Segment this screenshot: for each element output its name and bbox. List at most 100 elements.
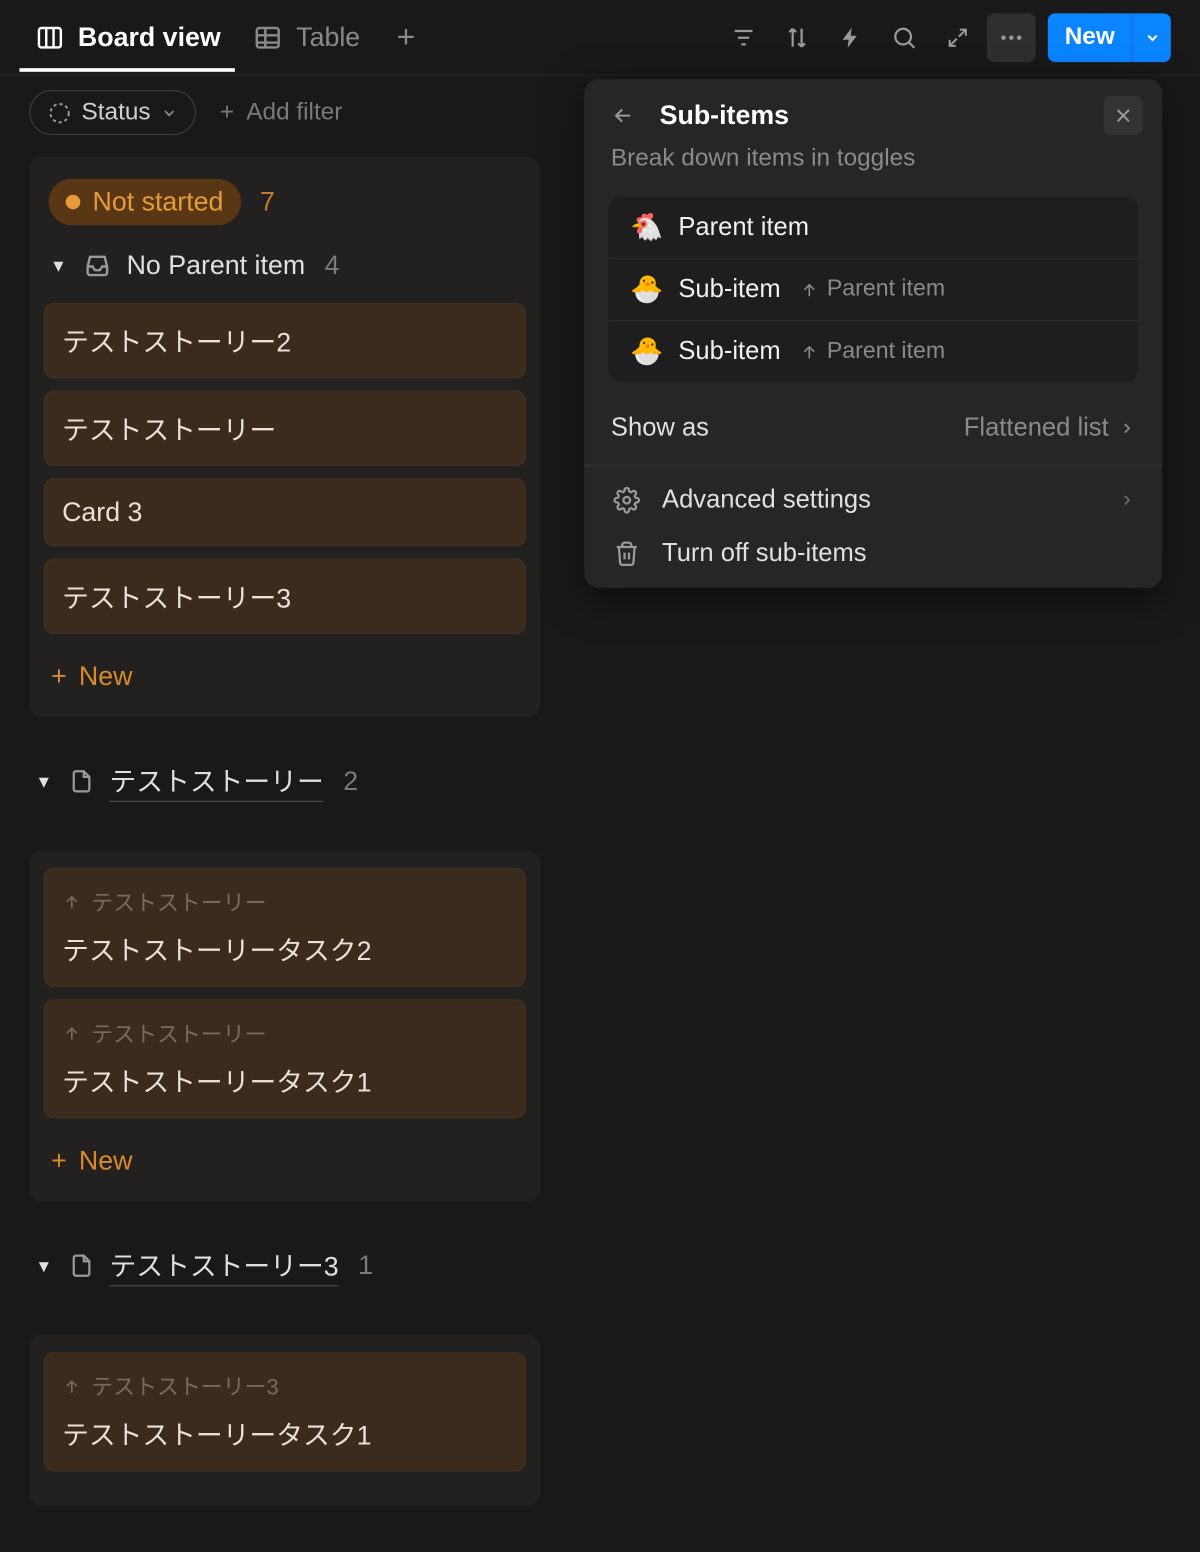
show-as-value: Flattened list — [964, 414, 1109, 443]
card-title: Card 3 — [62, 497, 507, 529]
panel-row-secondary: Parent item — [800, 276, 945, 303]
panel-row-parent: 🐔 Parent item — [609, 197, 1138, 258]
chick-emoji-icon: 🐣 — [630, 274, 663, 306]
card-title: テストストーリータスク1 — [62, 1061, 507, 1100]
panel-divider — [584, 465, 1162, 466]
panel-row-label: Parent item — [678, 213, 809, 242]
group-header-story3[interactable]: ▼ テストストーリー3 1 — [29, 1235, 540, 1296]
toggle-icon[interactable]: ▼ — [34, 772, 53, 791]
group-title: テストストーリー — [110, 761, 324, 802]
turn-off-action[interactable]: Turn off sub-items — [584, 527, 1162, 581]
status-chip-icon — [47, 100, 71, 124]
tab-table-label: Table — [296, 21, 360, 53]
filter-chip-status[interactable]: Status — [29, 90, 195, 135]
card-title: テストストーリー — [62, 409, 507, 448]
panel-row-label: Sub-item — [678, 275, 780, 304]
new-item-button[interactable]: + New — [44, 646, 140, 695]
add-view-button[interactable]: + — [387, 13, 425, 60]
toggle-icon[interactable]: ▼ — [49, 256, 68, 275]
expand-icon[interactable] — [933, 13, 982, 62]
panel-row-sub: 🐣 Sub-item Parent item — [609, 320, 1138, 382]
chick-emoji-icon: 🐣 — [630, 336, 663, 368]
advanced-settings-action[interactable]: Advanced settings — [584, 473, 1162, 527]
parent-ref: テストストーリー — [62, 886, 507, 918]
arrow-up-icon — [62, 892, 81, 911]
filter-chip-status-label: Status — [82, 99, 151, 127]
card[interactable]: テストストーリー テストストーリータスク1 — [44, 999, 526, 1118]
group-cards: テストストーリー テストストーリータスク2 テストストーリー テストストーリータ… — [29, 851, 540, 1201]
chicken-emoji-icon: 🐔 — [630, 212, 663, 244]
card[interactable]: Card 3 — [44, 478, 526, 546]
automation-icon[interactable] — [826, 13, 875, 62]
panel-title: Sub-items — [660, 100, 789, 132]
back-button[interactable] — [604, 96, 643, 135]
arrow-up-icon — [62, 1023, 81, 1042]
status-dot-icon — [66, 195, 81, 210]
turn-off-label: Turn off sub-items — [662, 539, 867, 568]
chevron-right-icon — [1118, 492, 1135, 509]
trash-icon — [611, 540, 643, 567]
add-filter-button[interactable]: + Add filter — [220, 99, 342, 127]
page-icon — [68, 768, 95, 795]
plus-icon: + — [51, 1145, 67, 1177]
tab-table[interactable]: Table — [248, 4, 366, 70]
panel-preview-box: 🐔 Parent item 🐣 Sub-item Parent item 🐣 S… — [609, 197, 1138, 382]
arrow-up-icon — [62, 1376, 81, 1395]
parent-ref-label: テストストーリー — [91, 886, 266, 918]
filter-icon[interactable] — [719, 13, 768, 62]
tab-board-view[interactable]: Board view — [29, 4, 225, 70]
group-title: No Parent item — [127, 249, 306, 281]
top-bar: Board view Table + — [0, 0, 1200, 75]
panel-subtitle: Break down items in toggles — [584, 145, 1162, 190]
group-count: 1 — [358, 1250, 373, 1282]
status-label: Not started — [92, 186, 223, 218]
new-item-label: New — [79, 661, 133, 693]
group-title: テストストーリー3 — [110, 1245, 339, 1286]
status-column: Not started 7 ▼ No Parent item 4 テストストーリ… — [29, 157, 540, 717]
toggle-icon[interactable]: ▼ — [34, 1256, 53, 1275]
tab-board-label: Board view — [78, 21, 221, 53]
new-item-button[interactable]: + New — [44, 1131, 140, 1180]
inbox-icon — [83, 251, 112, 280]
panel-header: Sub-items — [584, 79, 1162, 145]
plus-icon: + — [220, 99, 234, 127]
new-button[interactable]: New — [1048, 13, 1132, 62]
card[interactable]: テストストーリー テストストーリータスク2 — [44, 868, 526, 987]
group-header-no-parent[interactable]: ▼ No Parent item 4 — [44, 240, 526, 291]
chevron-down-icon — [160, 104, 177, 121]
group-header-story[interactable]: ▼ テストストーリー 2 — [29, 751, 540, 812]
card-title: テストストーリータスク1 — [62, 1414, 507, 1453]
add-filter-label: Add filter — [246, 99, 342, 127]
status-count: 7 — [260, 186, 275, 218]
group-block: ▼ テストストーリー3 1 — [29, 1218, 540, 1318]
card[interactable]: テストストーリー3 テストストーリータスク1 — [44, 1352, 526, 1471]
show-as-value-wrap: Flattened list — [964, 414, 1136, 443]
card-title: テストストーリータスク2 — [62, 930, 507, 969]
status-row: Not started 7 — [44, 174, 526, 240]
board-icon — [34, 21, 66, 53]
card[interactable]: テストストーリー3 — [44, 559, 526, 634]
table-icon — [252, 21, 284, 53]
parent-ref: テストストーリー — [62, 1017, 507, 1049]
more-icon[interactable] — [987, 13, 1036, 62]
panel-row-secondary: Parent item — [800, 338, 945, 365]
search-icon[interactable] — [880, 13, 929, 62]
new-button-chevron[interactable] — [1132, 13, 1171, 62]
parent-ref-label: テストストーリー3 — [91, 1370, 278, 1402]
parent-ref: テストストーリー3 — [62, 1370, 507, 1402]
new-button-group: New — [1048, 13, 1171, 62]
advanced-settings-label: Advanced settings — [662, 486, 871, 515]
close-button[interactable] — [1104, 96, 1143, 135]
show-as-option[interactable]: Show as Flattened list — [584, 399, 1162, 457]
card-title: テストストーリー3 — [62, 577, 507, 616]
card[interactable]: テストストーリー2 — [44, 303, 526, 378]
plus-icon: + — [51, 661, 67, 693]
group-count: 4 — [325, 249, 340, 281]
status-pill[interactable]: Not started — [49, 179, 241, 225]
card[interactable]: テストストーリー — [44, 391, 526, 466]
gear-icon — [611, 487, 643, 514]
new-item-label: New — [79, 1145, 133, 1177]
group-cards: テストストーリー3 テストストーリータスク1 — [29, 1335, 540, 1505]
panel-row-label: Sub-item — [678, 337, 780, 366]
sort-icon[interactable] — [773, 13, 822, 62]
